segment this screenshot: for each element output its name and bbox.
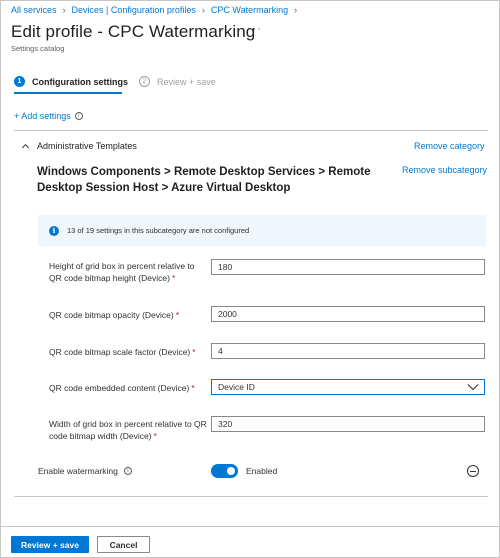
step-label: Review + save xyxy=(157,76,216,87)
subcategory-title: Windows Components > Remote Desktop Serv… xyxy=(37,166,371,194)
chevron-right-icon: › xyxy=(294,5,298,15)
review-save-button[interactable]: Review + save xyxy=(11,536,89,553)
step-label: Configuration settings xyxy=(32,76,128,87)
setting-label-grid-width: Width of grid box in percent relative to… xyxy=(49,419,209,442)
setting-label-embedded-content: QR code embedded content (Device) * xyxy=(49,383,209,395)
dropdown-selected-value: Device ID xyxy=(218,382,255,392)
embedded-content-dropdown[interactable]: Device ID xyxy=(211,379,485,395)
page-title: Edit profile - CPC Watermarking xyxy=(11,22,256,41)
info-banner-text: 13 of 19 settings in this subcategory ar… xyxy=(67,226,250,235)
required-marker: * xyxy=(153,430,157,441)
bitmap-scale-input[interactable]: 4 xyxy=(211,343,485,359)
required-marker: * xyxy=(192,347,196,357)
chevron-right-icon: › xyxy=(201,5,205,15)
remove-category-link[interactable]: Remove category xyxy=(414,141,485,151)
breadcrumb-cpc-watermarking[interactable]: CPC Watermarking xyxy=(211,5,288,15)
cancel-button[interactable]: Cancel xyxy=(97,536,150,553)
wizard-step-configuration-settings[interactable]: 1 Configuration settings xyxy=(14,76,128,87)
bitmap-opacity-input[interactable]: 2000 xyxy=(211,306,485,322)
grid-height-input[interactable]: 180 xyxy=(211,259,485,275)
remove-subcategory-link[interactable]: Remove subcategory xyxy=(402,165,487,175)
setting-label-text: QR code bitmap scale factor (Device) xyxy=(49,347,191,357)
divider xyxy=(14,130,488,131)
info-icon[interactable]: i xyxy=(123,467,132,475)
setting-label-grid-height: Height of grid box in percent relative t… xyxy=(49,261,209,284)
setting-label-text: Width of grid box in percent relative to… xyxy=(49,419,207,441)
info-icon[interactable]: i xyxy=(74,112,83,120)
page-subtitle: Settings catalog xyxy=(11,44,65,53)
category-title: Administrative Templates xyxy=(37,141,137,151)
add-settings-link[interactable]: + Add settings i xyxy=(14,111,83,121)
setting-label-bitmap-scale: QR code bitmap scale factor (Device) * xyxy=(49,347,209,359)
info-icon: i xyxy=(49,225,59,236)
breadcrumb: All services › Devices | Configuration p… xyxy=(11,5,303,15)
more-options-icon[interactable]: ··· xyxy=(248,23,262,35)
chevron-up-icon[interactable] xyxy=(21,142,30,151)
grid-width-input[interactable]: 320 xyxy=(211,416,485,432)
setting-label-text: QR code bitmap opacity (Device) xyxy=(49,310,174,320)
enable-watermarking-toggle[interactable] xyxy=(211,464,238,478)
remove-setting-icon[interactable] xyxy=(467,465,479,477)
toggle-knob xyxy=(227,467,235,475)
active-step-indicator xyxy=(14,92,122,94)
info-banner: i 13 of 19 settings in this subcategory … xyxy=(38,215,486,246)
footer-divider xyxy=(1,526,500,527)
required-marker: * xyxy=(175,310,180,320)
chevron-down-icon xyxy=(467,384,479,391)
required-marker: * xyxy=(191,383,195,393)
setting-label-text: QR code embedded content (Device) xyxy=(49,383,190,393)
divider xyxy=(14,496,488,497)
required-marker: * xyxy=(171,272,176,283)
step-number-badge: 2 xyxy=(139,76,150,87)
toggle-label-text: Enable watermarking xyxy=(38,466,118,476)
enable-watermarking-label: Enable watermarking i xyxy=(38,466,132,476)
breadcrumb-all-services[interactable]: All services xyxy=(11,5,57,15)
add-settings-label: + Add settings xyxy=(14,111,71,121)
setting-label-bitmap-opacity: QR code bitmap opacity (Device) * xyxy=(49,310,209,322)
step-number-badge: 1 xyxy=(14,76,25,87)
chevron-right-icon: › xyxy=(62,5,66,15)
wizard-step-review-save[interactable]: 2 Review + save xyxy=(139,76,216,87)
breadcrumb-configuration-profiles[interactable]: Devices | Configuration profiles xyxy=(72,5,196,15)
toggle-state-label: Enabled xyxy=(246,466,278,476)
